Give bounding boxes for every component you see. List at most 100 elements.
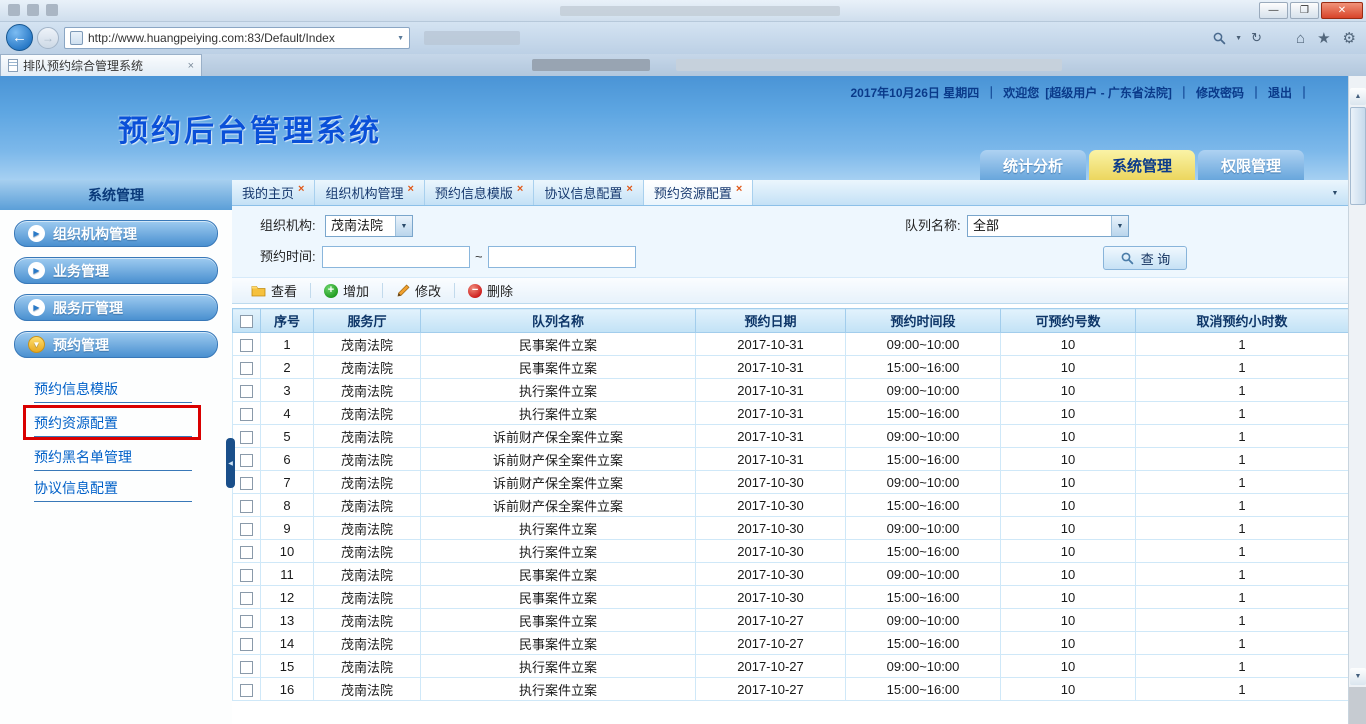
- row-checkbox[interactable]: [240, 385, 253, 398]
- row-checkbox[interactable]: [240, 408, 253, 421]
- content-tab[interactable]: 我的主页 ×: [232, 180, 315, 205]
- sidebar-item-hall-management[interactable]: ▶ 服务厅管理: [14, 294, 218, 321]
- add-button[interactable]: + 增加: [311, 278, 382, 303]
- change-password-link[interactable]: 修改密码: [1196, 84, 1244, 101]
- undo-icon[interactable]: [27, 4, 39, 16]
- tab-close-icon[interactable]: ×: [626, 183, 632, 195]
- scrollbar-thumb[interactable]: [1350, 107, 1366, 205]
- row-checkbox[interactable]: [240, 477, 253, 490]
- logout-link[interactable]: 退出: [1268, 84, 1292, 101]
- time-label: 预约时间:: [260, 246, 316, 268]
- cell-date: 2017-10-27: [696, 655, 846, 678]
- tab-close-icon[interactable]: ×: [517, 183, 523, 195]
- sidebar-item-appointment-template[interactable]: 预约信息模版: [34, 374, 192, 403]
- org-select-value: 茂南法院: [326, 216, 395, 236]
- tab-close-icon[interactable]: ×: [298, 183, 304, 195]
- org-select[interactable]: 茂南法院 ▼: [325, 215, 413, 237]
- nav-tab-permissions[interactable]: 权限管理: [1198, 150, 1304, 180]
- row-checkbox[interactable]: [240, 339, 253, 352]
- back-button[interactable]: ←: [6, 24, 33, 51]
- scroll-down-icon[interactable]: ▼: [1350, 668, 1366, 685]
- content-tab-label: 预约信息模版: [435, 183, 513, 202]
- address-dropdown-icon[interactable]: ▼: [397, 35, 404, 42]
- sidebar-item-label: 预约管理: [53, 335, 109, 355]
- maximize-button[interactable]: ❐: [1290, 2, 1319, 19]
- sidebar-item-appointment-resource-config[interactable]: 预约资源配置: [34, 408, 192, 437]
- favorites-star-icon[interactable]: ★: [1317, 29, 1330, 47]
- sidebar-item-agreement-config[interactable]: 协议信息配置: [34, 473, 192, 502]
- tab-overflow-dropdown-icon[interactable]: ▼: [1327, 186, 1343, 201]
- row-checkbox[interactable]: [240, 523, 253, 536]
- close-button[interactable]: ✕: [1321, 2, 1363, 19]
- filter-panel: 组织机构: 茂南法院 ▼ 队列名称: 全部 ▼ 预约时间: ~ 查 询: [232, 206, 1348, 278]
- tab-close-icon[interactable]: ×: [407, 183, 413, 195]
- sidebar-item-appointment-management[interactable]: ▼ 预约管理: [14, 331, 218, 358]
- view-button[interactable]: 查看: [238, 278, 310, 303]
- row-checkbox[interactable]: [240, 431, 253, 444]
- scroll-up-icon[interactable]: ▲: [1350, 88, 1366, 105]
- address-input[interactable]: http://www.huangpeiying.com:83/Default/I…: [64, 27, 410, 49]
- forward-button[interactable]: →: [37, 27, 59, 49]
- table-row: 9 茂南法院 执行案件立案 2017-10-30 09:00~10:00 10 …: [233, 517, 1349, 540]
- table-row: 8 茂南法院 诉前财产保全案件立案 2017-10-30 15:00~16:00…: [233, 494, 1349, 517]
- compatibility-view-icon[interactable]: [70, 31, 83, 45]
- row-checkbox[interactable]: [240, 592, 253, 605]
- row-checkbox[interactable]: [240, 454, 253, 467]
- cell-seq: 10: [261, 540, 314, 563]
- table-row: 4 茂南法院 执行案件立案 2017-10-31 15:00~16:00 10 …: [233, 402, 1349, 425]
- tab-close-icon[interactable]: ×: [736, 183, 742, 195]
- row-checkbox[interactable]: [240, 500, 253, 513]
- row-checkbox[interactable]: [240, 684, 253, 697]
- minimize-button[interactable]: —: [1259, 2, 1288, 19]
- row-checkbox[interactable]: [240, 569, 253, 582]
- browser-titlebar: — ❐ ✕: [0, 0, 1366, 22]
- delete-button[interactable]: − 删除: [455, 278, 526, 303]
- sidebar: 系统管理 ▶ 组织机构管理 ▶ 业务管理 ▶ 服务厅管理 ▼ 预约管理 预约信息…: [0, 180, 232, 724]
- content-tab[interactable]: 组织机构管理 ×: [315, 180, 424, 205]
- save-icon[interactable]: [8, 4, 20, 16]
- cell-timespan: 09:00~10:00: [846, 333, 1001, 356]
- queue-select[interactable]: 全部 ▼: [967, 215, 1129, 237]
- content-tab[interactable]: 预约资源配置 ×: [644, 180, 753, 205]
- nav-tab-system[interactable]: 系统管理: [1089, 150, 1195, 180]
- select-all-checkbox[interactable]: [240, 315, 253, 328]
- cell-seq: 12: [261, 586, 314, 609]
- vertical-scrollbar[interactable]: ▲ ▼: [1348, 76, 1366, 724]
- edit-button[interactable]: 修改: [383, 278, 454, 303]
- grid-toolbar: 查看 + 增加 修改 − 删除: [232, 278, 1348, 304]
- row-checkbox[interactable]: [240, 546, 253, 559]
- cell-timespan: 15:00~16:00: [846, 494, 1001, 517]
- row-checkbox[interactable]: [240, 638, 253, 651]
- row-checkbox[interactable]: [240, 661, 253, 674]
- row-checkbox[interactable]: [240, 615, 253, 628]
- search-dropdown-icon[interactable]: ▼: [1235, 35, 1242, 42]
- nav-tab-statistics[interactable]: 统计分析: [980, 150, 1086, 180]
- content-tab[interactable]: 预约信息模版 ×: [425, 180, 534, 205]
- refresh-icon[interactable]: ↻: [1251, 30, 1262, 46]
- play-circle-icon: ▶: [28, 225, 45, 242]
- table-row: 10 茂南法院 执行案件立案 2017-10-30 15:00~16:00 10…: [233, 540, 1349, 563]
- settings-gear-icon[interactable]: ⚙: [1343, 29, 1356, 47]
- pencil-icon: [396, 284, 410, 298]
- time-to-input[interactable]: [488, 246, 636, 268]
- page-header: 2017年10月26日 星期四 ｜ 欢迎您 [超级用户 - 广东省法院] ｜ 修…: [0, 76, 1348, 180]
- redo-icon[interactable]: [46, 4, 58, 16]
- browser-tab-close-icon[interactable]: ×: [188, 60, 194, 72]
- search-icon[interactable]: [1212, 31, 1226, 45]
- sidebar-item-business-management[interactable]: ▶ 业务管理: [14, 257, 218, 284]
- cell-count: 10: [1001, 448, 1136, 471]
- sidebar-item-org-management[interactable]: ▶ 组织机构管理: [14, 220, 218, 247]
- content-tab[interactable]: 协议信息配置 ×: [534, 180, 643, 205]
- cell-date: 2017-10-31: [696, 333, 846, 356]
- sidebar-collapse-handle[interactable]: ◀: [226, 438, 235, 488]
- cell-seq: 16: [261, 678, 314, 701]
- time-from-input[interactable]: [322, 246, 470, 268]
- row-checkbox[interactable]: [240, 362, 253, 375]
- home-icon[interactable]: ⌂: [1296, 30, 1305, 47]
- cell-date: 2017-10-31: [696, 402, 846, 425]
- sidebar-item-blacklist-management[interactable]: 预约黑名单管理: [34, 442, 192, 471]
- search-button[interactable]: 查 询: [1103, 246, 1187, 270]
- page-favicon: [8, 59, 18, 72]
- browser-tab[interactable]: 排队预约综合管理系统 ×: [0, 54, 202, 76]
- cell-cancel-hours: 1: [1136, 586, 1349, 609]
